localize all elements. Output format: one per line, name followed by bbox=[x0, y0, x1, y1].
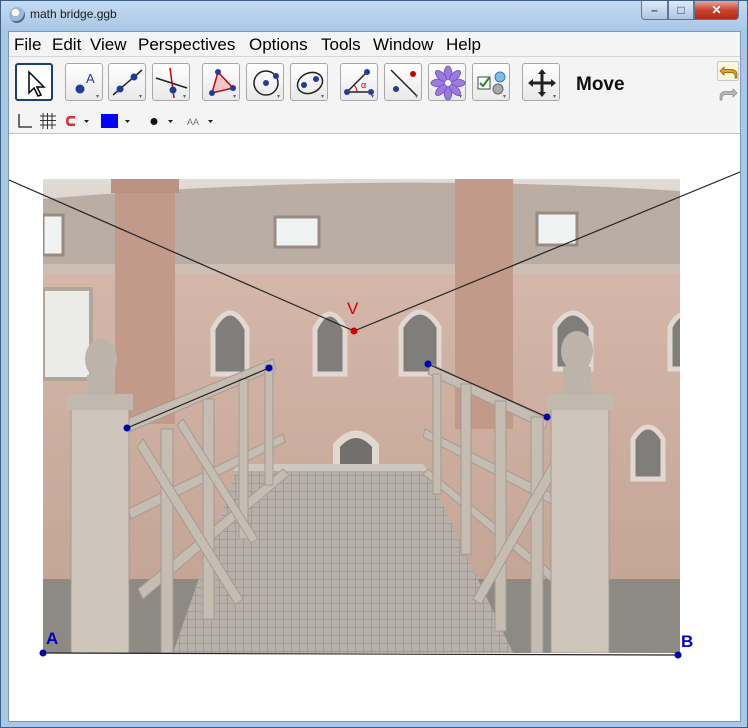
move-tool-icon bbox=[28, 70, 46, 97]
rail-point-right-upper[interactable] bbox=[424, 360, 432, 368]
vanishing-point-v[interactable] bbox=[350, 327, 358, 335]
menu-bar: File Edit View Perspectives Options Tool… bbox=[9, 32, 740, 57]
label-style-icon[interactable]: AA bbox=[185, 112, 205, 130]
chevron-down-icon[interactable] bbox=[82, 112, 92, 130]
move-tool-button[interactable] bbox=[15, 63, 53, 101]
app-window: math bridge.ggb – □ ✕ File Edit View Per… bbox=[0, 0, 748, 728]
minimize-button[interactable]: – bbox=[641, 1, 668, 20]
vanishing-line-left[interactable] bbox=[9, 179, 355, 332]
point-tool-icon: A bbox=[75, 71, 99, 98]
angle-tool-icon: α bbox=[344, 69, 374, 98]
line-tool-button[interactable] bbox=[108, 63, 146, 101]
perpendicular-line-tool-button[interactable] bbox=[152, 63, 190, 101]
reflect-tool-icon bbox=[390, 69, 418, 98]
undo-icon bbox=[719, 66, 738, 79]
rail-point-right-lower[interactable] bbox=[543, 413, 551, 421]
redo-icon bbox=[719, 88, 738, 101]
redo-button[interactable] bbox=[717, 84, 739, 104]
maximize-button[interactable]: □ bbox=[668, 1, 694, 20]
grid-toggle-icon[interactable] bbox=[39, 112, 57, 130]
checkbox-tool-button[interactable] bbox=[472, 63, 510, 101]
label-a: A bbox=[46, 629, 58, 648]
move-graphics-view-tool-button[interactable] bbox=[522, 63, 560, 101]
slider-tool-icon bbox=[430, 65, 466, 101]
menu-window[interactable]: Window bbox=[373, 35, 433, 55]
tool-bar: A α Move bbox=[9, 57, 740, 109]
chevron-down-icon[interactable] bbox=[123, 112, 133, 130]
title-bar[interactable]: math bridge.ggb – □ ✕ bbox=[1, 1, 747, 31]
point-tool-button[interactable]: A bbox=[65, 63, 103, 101]
rail-point-left-lower[interactable] bbox=[123, 424, 131, 432]
label-v: V bbox=[347, 299, 359, 318]
app-client-area: File Edit View Perspectives Options Tool… bbox=[8, 31, 741, 722]
graphics-view[interactable]: V A B bbox=[9, 134, 740, 721]
svg-text:α: α bbox=[361, 80, 366, 90]
line-tool-icon bbox=[112, 69, 143, 98]
angle-tool-button[interactable]: α bbox=[340, 63, 378, 101]
undo-button[interactable] bbox=[717, 61, 739, 81]
chevron-down-icon[interactable] bbox=[166, 112, 176, 130]
polygon-tool-icon bbox=[209, 69, 236, 98]
label-b: B bbox=[681, 632, 693, 651]
menu-help[interactable]: Help bbox=[446, 35, 481, 55]
magnet-snap-icon[interactable] bbox=[63, 112, 79, 130]
rail-point-left-upper[interactable] bbox=[265, 364, 273, 372]
point-a[interactable] bbox=[39, 649, 47, 657]
segment-ab[interactable] bbox=[42, 652, 679, 656]
menu-tools[interactable]: Tools bbox=[321, 35, 361, 55]
circle-tool-icon bbox=[253, 70, 280, 98]
axes-toggle-icon[interactable] bbox=[15, 112, 33, 130]
move-graphics-view-tool-icon bbox=[528, 69, 556, 98]
chevron-down-icon[interactable] bbox=[206, 112, 216, 130]
railing-segment-left[interactable] bbox=[126, 367, 270, 429]
vanishing-line-right[interactable] bbox=[353, 171, 740, 332]
svg-text:A: A bbox=[86, 71, 95, 86]
svg-text:AA: AA bbox=[187, 117, 199, 127]
conic-tool-button[interactable] bbox=[290, 63, 328, 101]
perpendicular-line-tool-icon bbox=[155, 67, 188, 99]
menu-options[interactable]: Options bbox=[249, 35, 308, 55]
menu-file[interactable]: File bbox=[14, 35, 41, 55]
menu-view[interactable]: View bbox=[90, 35, 127, 55]
point-b[interactable] bbox=[674, 651, 682, 659]
menu-perspectives[interactable]: Perspectives bbox=[138, 35, 235, 55]
conic-tool-icon bbox=[296, 71, 324, 98]
reflect-tool-button[interactable] bbox=[384, 63, 422, 101]
circle-tool-button[interactable] bbox=[246, 63, 284, 101]
window-title: math bridge.ggb bbox=[30, 7, 117, 21]
slider-tool-button[interactable] bbox=[428, 63, 466, 101]
active-tool-label: Move bbox=[576, 74, 625, 95]
geogebra-app-icon bbox=[9, 7, 25, 23]
point-style-icon[interactable] bbox=[147, 112, 161, 130]
close-button[interactable]: ✕ bbox=[694, 1, 739, 20]
checkbox-tool-icon bbox=[477, 71, 506, 98]
polygon-tool-button[interactable] bbox=[202, 63, 240, 101]
color-swatch[interactable] bbox=[101, 114, 118, 128]
construction-overlay: V A B bbox=[9, 171, 740, 659]
style-bar: AA bbox=[9, 109, 740, 134]
railing-segment-right[interactable] bbox=[427, 363, 548, 418]
menu-edit[interactable]: Edit bbox=[52, 35, 81, 55]
